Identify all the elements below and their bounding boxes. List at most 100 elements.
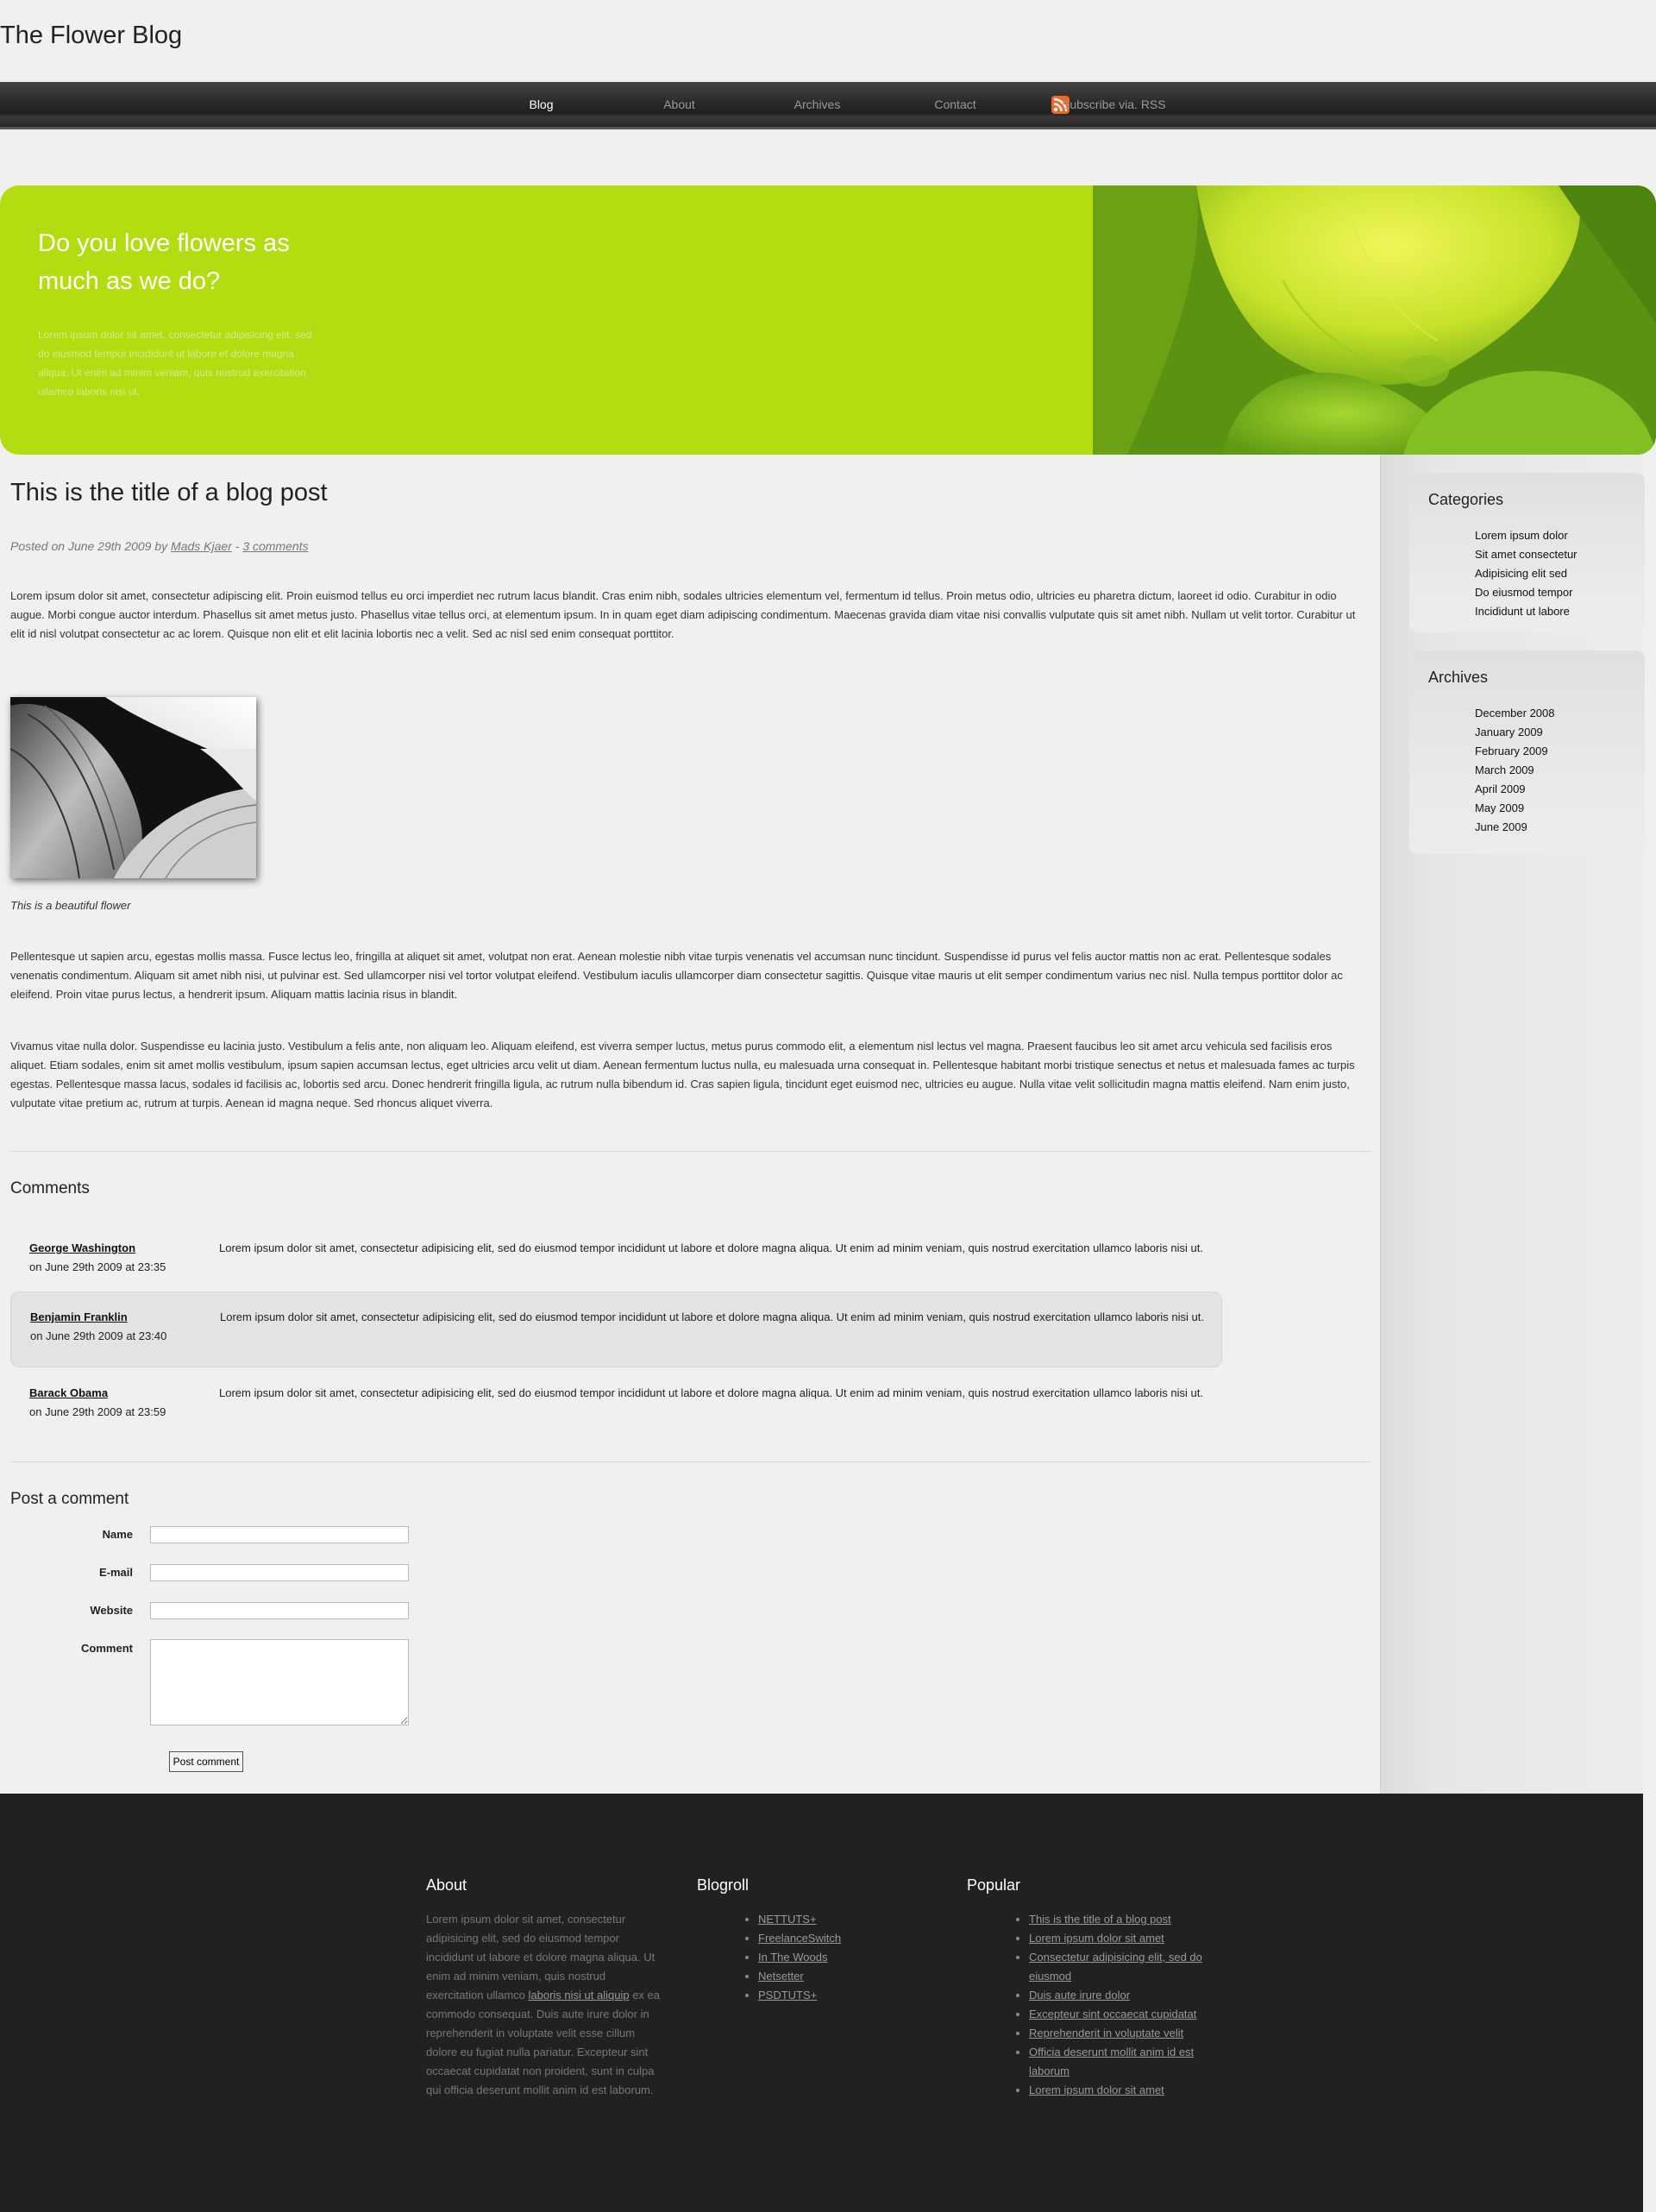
post-paragraph: Vivamus vitae nulla dolor. Suspendisse e… xyxy=(10,1040,1355,1109)
footer-about-link[interactable]: laboris nisi ut aliquip xyxy=(529,1989,630,2001)
post-meta-separator: - xyxy=(231,539,243,553)
name-field[interactable] xyxy=(150,1526,409,1543)
post-flower-image xyxy=(10,697,256,878)
categories-title: Categories xyxy=(1428,491,1504,508)
comment-label: Comment xyxy=(81,1642,133,1655)
archives-title: Archives xyxy=(1428,669,1489,686)
popular-item: Duis aute irure dolor xyxy=(1029,1986,1214,2005)
category-item[interactable]: Sit amet consectetur xyxy=(1475,545,1578,564)
popular-link[interactable]: This is the title of a blog post xyxy=(1029,1913,1171,1926)
website-field[interactable] xyxy=(150,1602,409,1619)
comment-date: on June 29th 2009 at 23:35 xyxy=(29,1260,166,1273)
post-author-link[interactable]: Mads Kjaer xyxy=(171,539,232,553)
categories-widget: Categories Lorem ipsum dolor Sit amet co… xyxy=(1409,473,1645,632)
comment-item: Benjamin Franklin on June 29th 2009 at 2… xyxy=(10,1291,1222,1367)
comment-text: Lorem ipsum dolor sit amet, consectetur … xyxy=(219,1386,1203,1399)
blogroll-link[interactable]: Netsetter xyxy=(758,1970,804,1983)
archives-widget: Archives December 2008 January 2009 Febr… xyxy=(1409,650,1645,854)
footer-blogroll-title: Blogroll xyxy=(697,1876,750,1894)
archive-item[interactable]: January 2009 xyxy=(1475,723,1555,742)
popular-link[interactable]: Lorem ipsum dolor sit amet xyxy=(1029,2083,1164,2096)
archive-item[interactable]: June 2009 xyxy=(1475,818,1555,837)
comment-author-link[interactable]: Barack Obama xyxy=(29,1386,108,1399)
post-comment-title: Post a comment xyxy=(10,1490,129,1508)
comment-item: Barack Obama on June 29th 2009 at 23:59 … xyxy=(10,1369,1222,1445)
site-title[interactable]: The Flower Blog xyxy=(0,22,182,50)
post-meta-prefix: Posted on June 29th 2009 by xyxy=(10,539,172,553)
comment-author-link[interactable]: Benjamin Franklin xyxy=(30,1310,128,1323)
site-footer: About Lorem ipsum dolor sit amet, consec… xyxy=(0,1794,1643,2212)
post-meta: Posted on June 29th 2009 by Mads Kjaer -… xyxy=(10,539,309,553)
blogroll-link[interactable]: NETTUTS+ xyxy=(758,1913,817,1926)
comment-textarea[interactable] xyxy=(150,1639,409,1725)
post-comments-link[interactable]: 3 comments xyxy=(242,539,308,553)
popular-item: Lorem ipsum dolor sit amet xyxy=(1029,1929,1214,1948)
blogroll-link[interactable]: PSDTUTS+ xyxy=(758,1989,817,2001)
email-field[interactable] xyxy=(150,1564,409,1581)
image-caption: This is a beautiful flower xyxy=(10,899,131,912)
section-divider xyxy=(10,1461,1371,1462)
popular-link[interactable]: Officia deserunt mollit anim id est labo… xyxy=(1029,2045,1194,2077)
comment-text: Lorem ipsum dolor sit amet, consectetur … xyxy=(220,1310,1204,1323)
post-paragraph: Pellentesque ut sapien arcu, egestas mol… xyxy=(10,950,1343,1001)
hero-text: Lorem ipsum dolor sit amet, consectetur … xyxy=(38,329,312,398)
popular-item: Lorem ipsum dolor sit amet xyxy=(1029,2081,1214,2100)
blogroll-item: NETTUTS+ xyxy=(758,1910,917,1929)
nav-item-blog[interactable]: Blog xyxy=(505,82,578,129)
archive-item[interactable]: December 2008 xyxy=(1475,704,1555,723)
comment-date: on June 29th 2009 at 23:59 xyxy=(29,1405,166,1418)
popular-list: This is the title of a blog post Lorem i… xyxy=(1015,1910,1214,2100)
blogroll-item: FreelanceSwitch xyxy=(758,1929,917,1948)
blogroll-list: NETTUTS+ FreelanceSwitch In The Woods Ne… xyxy=(744,1910,917,2005)
category-item[interactable]: Adipisicing elit sed xyxy=(1475,564,1578,583)
blogroll-item: PSDTUTS+ xyxy=(758,1986,917,2005)
section-divider xyxy=(10,1151,1371,1152)
comment-item: George Washington on June 29th 2009 at 2… xyxy=(10,1222,1222,1298)
popular-item: Consectetur adipisicing elit, sed do eiu… xyxy=(1029,1948,1214,1986)
nav-item-contact[interactable]: Contact xyxy=(919,82,992,129)
footer-about-title: About xyxy=(426,1876,467,1894)
post-paragraph: Lorem ipsum dolor sit amet, consectetur … xyxy=(10,589,1356,640)
blogroll-item: Netsetter xyxy=(758,1967,917,1986)
archive-item[interactable]: March 2009 xyxy=(1475,761,1555,780)
archive-item[interactable]: April 2009 xyxy=(1475,780,1555,799)
footer-popular-title: Popular xyxy=(967,1876,1021,1894)
popular-item: This is the title of a blog post xyxy=(1029,1910,1214,1929)
category-item[interactable]: Lorem ipsum dolor xyxy=(1475,526,1578,545)
blogroll-link[interactable]: In The Woods xyxy=(758,1951,827,1964)
nav-item-about[interactable]: About xyxy=(643,82,716,129)
popular-link[interactable]: Lorem ipsum dolor sit amet xyxy=(1029,1932,1164,1945)
blogroll-item: In The Woods xyxy=(758,1948,917,1967)
nav-item-archives[interactable]: Archives xyxy=(781,82,854,129)
comment-text: Lorem ipsum dolor sit amet, consectetur … xyxy=(219,1241,1203,1254)
popular-item: Excepteur sint occaecat cupidatat xyxy=(1029,2005,1214,2024)
popular-link[interactable]: Consectetur adipisicing elit, sed do eiu… xyxy=(1029,1951,1202,1983)
archive-item[interactable]: May 2009 xyxy=(1475,799,1555,818)
website-label: Website xyxy=(90,1604,133,1617)
post-comment-button[interactable]: Post comment xyxy=(169,1751,243,1772)
category-item[interactable]: Do eiusmod tempor xyxy=(1475,583,1578,602)
popular-link[interactable]: Reprehenderit in voluptate velit xyxy=(1029,2027,1183,2039)
comment-author-link[interactable]: George Washington xyxy=(29,1241,135,1254)
category-item[interactable]: Incididunt ut labore xyxy=(1475,602,1578,621)
comment-date: on June 29th 2009 at 23:40 xyxy=(30,1329,167,1342)
post-title[interactable]: This is the title of a blog post xyxy=(10,479,328,507)
popular-link[interactable]: Duis aute irure dolor xyxy=(1029,1989,1130,2001)
popular-link[interactable]: Excepteur sint occaecat cupidatat xyxy=(1029,2008,1196,2020)
hero-title: Do you love flowers as much as we do? xyxy=(38,229,290,295)
archive-item[interactable]: February 2009 xyxy=(1475,742,1555,761)
blogroll-link[interactable]: FreelanceSwitch xyxy=(758,1932,841,1945)
nav-item-subscribe-rss[interactable]: Subscribe via. RSS xyxy=(1062,82,1174,129)
footer-about-text: Lorem ipsum dolor sit amet, consectetur … xyxy=(426,1910,661,2100)
hero-banner: Do you love flowers as much as we do? Lo… xyxy=(0,185,1656,455)
archives-list: December 2008 January 2009 February 2009… xyxy=(1475,704,1555,837)
popular-item: Reprehenderit in voluptate velit xyxy=(1029,2024,1214,2043)
hero-flower-image xyxy=(1093,185,1656,455)
main-navigation: Blog About Archives Contact Subscribe vi… xyxy=(0,82,1656,129)
popular-item: Officia deserunt mollit anim id est labo… xyxy=(1029,2043,1214,2081)
email-label: E-mail xyxy=(98,1566,133,1579)
footer-about-text-after: ex ea commodo consequat. Duis aute irure… xyxy=(426,1989,660,2096)
categories-list: Lorem ipsum dolor Sit amet consectetur A… xyxy=(1475,526,1578,621)
comments-title: Comments xyxy=(10,1179,90,1197)
name-label: Name xyxy=(102,1528,133,1541)
